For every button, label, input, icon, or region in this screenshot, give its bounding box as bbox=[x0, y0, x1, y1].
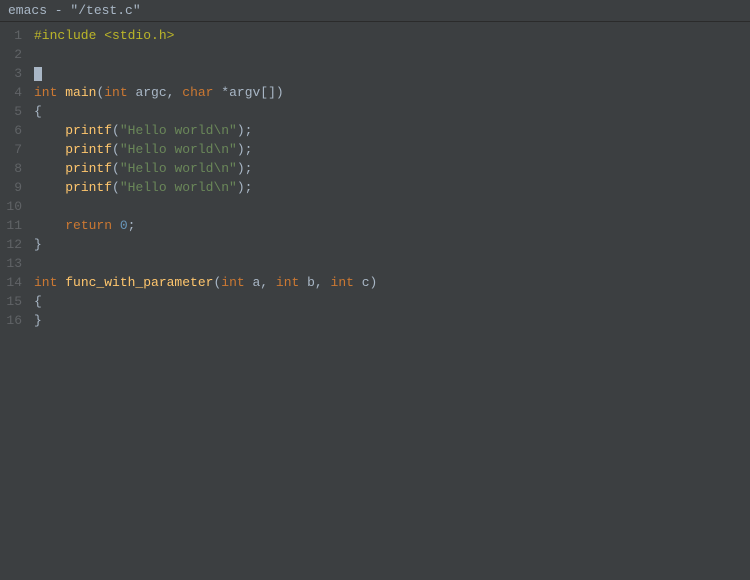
line-14: 14 int func_with_parameter(int a, int b,… bbox=[0, 273, 750, 292]
line-5: 5 { bbox=[0, 102, 750, 121]
line-6: 6 printf("Hello world\n"); bbox=[0, 121, 750, 140]
line-number-13: 13 bbox=[0, 254, 30, 273]
line-content-6[interactable]: printf("Hello world\n"); bbox=[30, 121, 252, 140]
line-number-10: 10 bbox=[0, 197, 30, 216]
line-8: 8 printf("Hello world\n"); bbox=[0, 159, 750, 178]
line-9: 9 printf("Hello world\n"); bbox=[0, 178, 750, 197]
line-11: 11 return 0; bbox=[0, 216, 750, 235]
line-15: 15 { bbox=[0, 292, 750, 311]
line-13: 13 bbox=[0, 254, 750, 273]
line-number-15: 15 bbox=[0, 292, 30, 311]
line-number-11: 11 bbox=[0, 216, 30, 235]
line-number-3: 3 bbox=[0, 64, 30, 83]
line-number-4: 4 bbox=[0, 83, 30, 102]
line-16: 16 } bbox=[0, 311, 750, 330]
line-content-1[interactable]: #include <stdio.h> bbox=[30, 26, 174, 45]
line-number-1: 1 bbox=[0, 26, 30, 45]
line-content-8[interactable]: printf("Hello world\n"); bbox=[30, 159, 252, 178]
line-10: 10 bbox=[0, 197, 750, 216]
line-number-16: 16 bbox=[0, 311, 30, 330]
line-3: 3 bbox=[0, 64, 750, 83]
line-12: 12 } bbox=[0, 235, 750, 254]
line-number-6: 6 bbox=[0, 121, 30, 140]
line-number-14: 14 bbox=[0, 273, 30, 292]
line-content-12[interactable]: } bbox=[30, 235, 42, 254]
line-1: 1 #include <stdio.h> bbox=[0, 26, 750, 45]
line-content-11[interactable]: return 0; bbox=[30, 216, 135, 235]
cursor bbox=[34, 67, 42, 81]
line-content-5[interactable]: { bbox=[30, 102, 42, 121]
line-number-12: 12 bbox=[0, 235, 30, 254]
line-content-14[interactable]: int func_with_parameter(int a, int b, in… bbox=[30, 273, 377, 292]
titlebar-text: emacs - "/test.c" bbox=[8, 3, 141, 18]
line-number-2: 2 bbox=[0, 45, 30, 64]
line-7: 7 printf("Hello world\n"); bbox=[0, 140, 750, 159]
line-2: 2 bbox=[0, 45, 750, 64]
line-content-4[interactable]: int main(int argc, char *argv[]) bbox=[30, 83, 284, 102]
line-4: 4 int main(int argc, char *argv[]) bbox=[0, 83, 750, 102]
line-content-9[interactable]: printf("Hello world\n"); bbox=[30, 178, 252, 197]
titlebar: emacs - "/test.c" bbox=[0, 0, 750, 22]
line-number-8: 8 bbox=[0, 159, 30, 178]
line-number-9: 9 bbox=[0, 178, 30, 197]
line-number-5: 5 bbox=[0, 102, 30, 121]
editor: 1 #include <stdio.h> 2 3 4 int main(int … bbox=[0, 22, 750, 580]
line-content-15[interactable]: { bbox=[30, 292, 42, 311]
line-number-7: 7 bbox=[0, 140, 30, 159]
line-content-7[interactable]: printf("Hello world\n"); bbox=[30, 140, 252, 159]
line-content-16[interactable]: } bbox=[30, 311, 42, 330]
line-content-3[interactable] bbox=[30, 64, 42, 83]
